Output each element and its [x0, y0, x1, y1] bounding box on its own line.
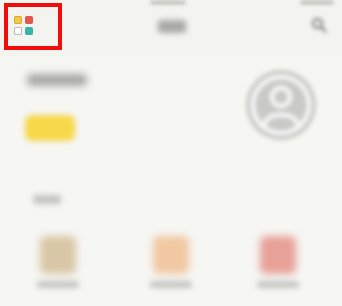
- search-icon[interactable]: [311, 17, 327, 33]
- grid-item-2[interactable]: [136, 228, 206, 298]
- top-bar: [0, 0, 342, 56]
- item-1-icon: [40, 236, 76, 274]
- item-2-icon: [153, 236, 189, 274]
- grid-item-1[interactable]: [23, 228, 93, 298]
- page-title: [158, 19, 188, 33]
- item-3-label: [257, 281, 299, 288]
- item-3-icon: [260, 236, 296, 274]
- screen: [0, 0, 342, 306]
- apps-grid-icon: [14, 16, 35, 37]
- status-bar-right: [300, 0, 334, 5]
- apps-button[interactable]: [4, 3, 62, 50]
- item-1-label: [37, 281, 79, 288]
- section-label: [33, 195, 61, 204]
- login-prompt: [27, 74, 87, 86]
- grid-item-3[interactable]: [243, 228, 313, 298]
- avatar-icon[interactable]: [244, 68, 318, 142]
- item-2-label: [150, 281, 192, 288]
- status-bar-left: [150, 0, 186, 5]
- login-button[interactable]: [25, 115, 75, 141]
